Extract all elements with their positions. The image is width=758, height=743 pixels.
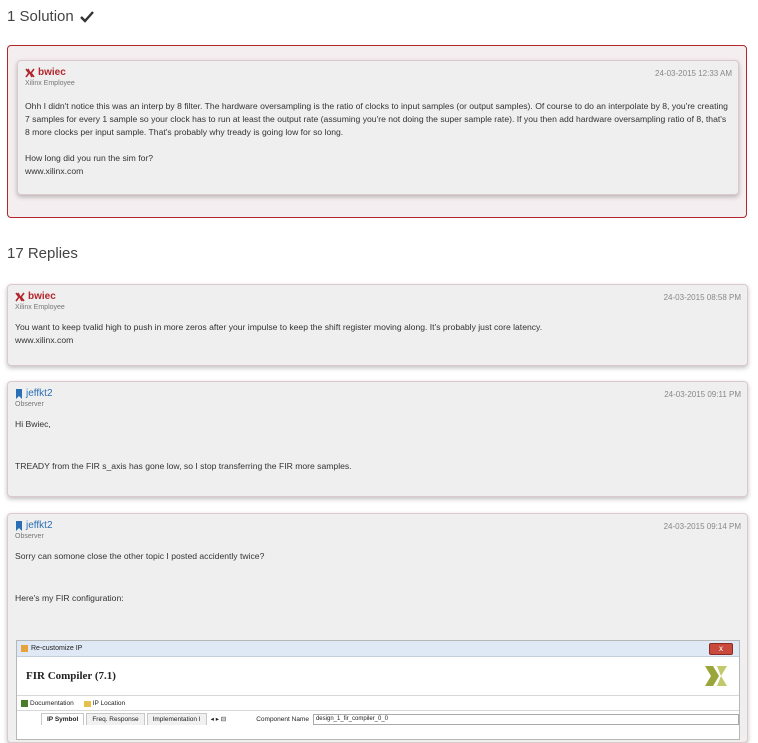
embedded-screenshot: Re-customize IP x FIR Compiler (7.1) Doc… [16,640,740,740]
xilinx-logo-icon [25,68,35,77]
post-paragraph: Sorry can somone close the other topic I… [15,551,265,561]
tab-scroll-arrows[interactable]: ◂ ▸ ⊟ [211,715,227,723]
author-role: Observer [15,401,44,408]
post-paragraph: Here's my FIR configuration: [15,593,124,603]
ip-links: Documentation IP Location [17,696,739,711]
app-icon [21,645,28,652]
post-paragraph: TREADY from the FIR s_axis has gone low,… [15,461,352,471]
window-titlebar: Re-customize IP [17,641,739,657]
xilinx-logo-icon [705,666,727,686]
reply-post: jeffkt2 Observer 24-03-2015 09:11 PM Hi … [7,381,748,497]
solution-heading: 1 Solution [7,8,94,25]
reply-post: jeffkt2 Observer 24-03-2015 09:14 PM Sor… [7,513,748,743]
close-button[interactable]: x [709,643,733,655]
solution-post: bwiec Xilinx Employee 24-03-2015 12:33 A… [17,60,739,195]
post-paragraph: You want to keep tvalid high to push in … [15,322,543,332]
reply-post: bwiec Xilinx Employee 24-03-2015 08:58 P… [7,284,748,366]
ip-title: FIR Compiler (7.1) [26,670,116,682]
post-paragraph: Ohh I didn't notice this was an interp b… [25,101,728,137]
bookmark-icon [16,388,22,399]
post-date: 24-03-2015 12:33 AM [655,69,732,78]
bookmark-icon [16,520,22,531]
tab-implementation[interactable]: Implementation I [146,713,207,725]
author-role: Xilinx Employee [25,80,75,87]
book-icon [21,699,28,707]
replies-heading: 17 Replies [7,245,78,262]
ip-location-link[interactable]: IP Location [83,700,125,707]
xilinx-logo-icon [15,292,25,301]
post-body: You want to keep tvalid high to push in … [15,321,741,347]
post-paragraph: Hi Bwiec, [15,419,51,429]
post-body: Sorry can somone close the other topic I… [15,550,741,605]
ip-tabs: IP Symbol Freq. Response Implementation … [17,711,739,727]
post-body: Ohh I didn't notice this was an interp b… [25,100,732,178]
author-role: Observer [15,533,44,540]
folder-icon [83,700,91,707]
post-date: 24-03-2015 09:11 PM [664,390,741,399]
post-date: 24-03-2015 08:58 PM [663,293,741,302]
post-date: 24-03-2015 09:14 PM [663,522,741,531]
component-name-input[interactable]: design_1_fir_compiler_0_0 [312,713,739,725]
post-body: Hi Bwiec, TREADY from the FIR s_axis has… [15,418,741,473]
author[interactable]: jeffkt2 [15,520,53,531]
author[interactable]: jeffkt2 [15,388,53,399]
author[interactable]: bwiec [25,67,75,78]
documentation-link[interactable]: Documentation [21,699,74,707]
signature-link[interactable]: www.xilinx.com [25,165,732,178]
checkmark-icon [79,10,94,23]
author[interactable]: bwiec [15,291,65,302]
tab-freq-response[interactable]: Freq. Response [86,713,145,725]
post-paragraph: How long did you run the sim for? [25,153,154,163]
author-role: Xilinx Employee [15,304,65,311]
ip-header: FIR Compiler (7.1) [17,657,739,696]
tab-ip-symbol[interactable]: IP Symbol [41,713,85,725]
component-name: Component Name design_1_fir_compiler_0_0 [256,713,739,725]
signature-link[interactable]: www.xilinx.com [15,334,741,347]
